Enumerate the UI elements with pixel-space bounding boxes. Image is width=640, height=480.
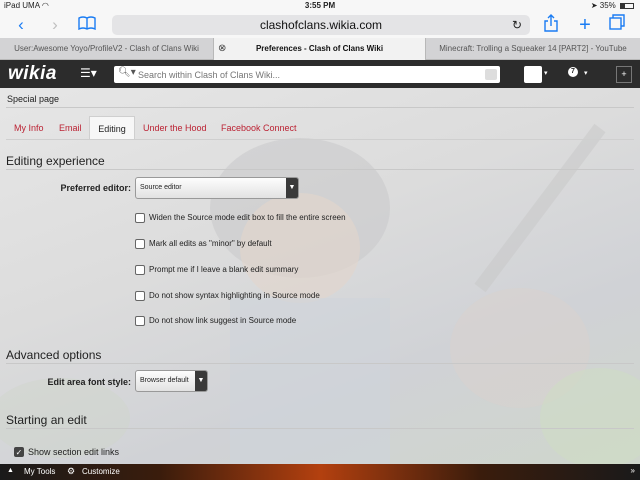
tab-under-the-hood[interactable]: Under the Hood: [143, 116, 207, 140]
section-heading-starting-an-edit: Starting an edit: [6, 413, 87, 427]
avatar[interactable]: [524, 66, 542, 83]
tab-facebook-connect[interactable]: Facebook Connect: [221, 116, 297, 140]
reload-icon[interactable]: ↻: [512, 15, 522, 35]
divider: [6, 139, 634, 140]
browser-tab[interactable]: User:Awesome Yoyo/ProfileV2 - Clash of C…: [0, 38, 213, 60]
customize-button[interactable]: Customize: [82, 467, 120, 476]
chevron-down-icon[interactable]: ▾: [544, 69, 548, 77]
checkbox-label: Show section edit links: [28, 447, 120, 457]
location-icon: ➤: [590, 1, 598, 10]
gear-icon[interactable]: ⚙: [67, 466, 75, 477]
checkbox-label: Widen the Source mode edit box to fill t…: [149, 213, 346, 222]
preferences-form: Special page My Info Email Editing Under…: [0, 88, 640, 464]
checkbox-no-syntax-highlighting[interactable]: [135, 291, 145, 301]
checkbox-label: Do not show syntax highlighting in Sourc…: [149, 291, 320, 300]
font-style-value: Browser default: [140, 377, 189, 384]
wikia-header: wikia ☰▾ 🔍︎▾ ▾ 7 ▾ +: [0, 60, 640, 88]
new-tab-icon[interactable]: +: [574, 14, 596, 36]
arrow-up-icon[interactable]: ▲: [7, 467, 14, 474]
search-icon[interactable]: 🔍︎▾: [118, 67, 136, 78]
checkbox-blank-summary-prompt[interactable]: [135, 265, 145, 275]
preferred-editor-select[interactable]: Source editor ▼: [135, 177, 299, 199]
browser-tab-strip: User:Awesome Yoyo/ProfileV2 - Clash of C…: [0, 38, 640, 60]
checkbox-minor-edits[interactable]: [135, 239, 145, 249]
share-icon[interactable]: [540, 14, 562, 36]
search-button[interactable]: [485, 69, 497, 80]
chevron-down-icon[interactable]: ▾: [584, 69, 588, 77]
tabs-overview-icon[interactable]: [606, 14, 628, 36]
wikia-toolbar: ▲ My Tools ⚙ Customize »: [0, 464, 640, 480]
page-subtitle: Special page: [7, 94, 60, 104]
page-content: Special page My Info Email Editing Under…: [0, 88, 640, 464]
status-bar: iPad UMA ◠ 3:55 PM ➤ 35%: [0, 0, 640, 12]
checkbox-label: Mark all edits as "minor" by default: [149, 239, 272, 248]
browser-tab-active[interactable]: Preferences - Clash of Clans Wiki: [213, 38, 426, 60]
search-box: 🔍︎▾: [114, 66, 500, 83]
back-icon[interactable]: ‹: [10, 14, 32, 36]
chevron-down-icon: ▼: [286, 178, 298, 198]
divider: [6, 363, 634, 364]
chevron-down-icon: ▼: [195, 371, 207, 391]
font-style-select[interactable]: Browser default ▼: [135, 370, 208, 392]
section-heading-editing-experience: Editing experience: [6, 154, 105, 168]
wikia-logo[interactable]: wikia: [8, 63, 57, 85]
tab-email[interactable]: Email: [59, 116, 82, 140]
browser-nav-bar: ‹ › clashofclans.wikia.com ↻ +: [0, 12, 640, 38]
divider: [6, 428, 634, 429]
preferred-editor-value: Source editor: [140, 184, 182, 191]
divider: [6, 107, 634, 108]
collapse-icon[interactable]: »: [631, 466, 635, 475]
notifications-badge[interactable]: 7: [568, 67, 578, 77]
battery-icon: [620, 2, 634, 9]
font-style-label: Edit area font style:: [47, 377, 131, 387]
divider: [6, 169, 634, 170]
checkbox-widen-edit-box[interactable]: [135, 213, 145, 223]
status-time: 3:55 PM: [304, 1, 336, 10]
section-heading-advanced-options: Advanced options: [6, 348, 102, 362]
url-bar[interactable]: clashofclans.wikia.com ↻: [112, 15, 530, 35]
forward-icon[interactable]: ›: [44, 14, 66, 36]
browser-tab[interactable]: Minecraft: Trolling a Squeaker 14 [PART2…: [426, 38, 640, 60]
tab-my-info[interactable]: My Info: [14, 116, 44, 140]
status-right: ➤ 35%: [591, 1, 634, 10]
preferred-editor-label: Preferred editor:: [60, 183, 131, 193]
my-tools-button[interactable]: My Tools: [24, 467, 55, 476]
checkbox-show-section-edit-links[interactable]: ✓: [14, 447, 24, 457]
menu-icon[interactable]: ☰▾: [80, 66, 97, 80]
checkbox-no-link-suggest[interactable]: [135, 316, 145, 326]
url-text: clashofclans.wikia.com: [259, 18, 383, 32]
bookmarks-icon[interactable]: [76, 14, 98, 36]
expand-icon[interactable]: +: [616, 66, 632, 83]
checkbox-label: Do not show link suggest in Source mode: [149, 316, 297, 325]
close-tab-icon[interactable]: ⊗: [218, 38, 226, 60]
checkbox-label: Prompt me if I leave a blank edit summar…: [149, 265, 299, 274]
battery-percent: 35%: [599, 1, 616, 10]
tab-editing[interactable]: Editing: [89, 116, 135, 140]
search-input[interactable]: [138, 66, 478, 83]
